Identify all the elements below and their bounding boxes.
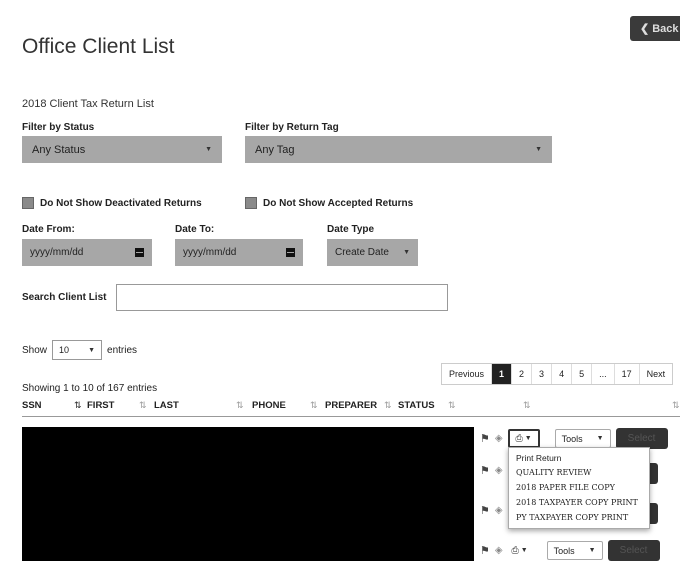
pagination-previous[interactable]: Previous: [442, 364, 491, 384]
flag-icon[interactable]: ⚑: [480, 504, 490, 517]
sort-icon[interactable]: ⇅: [139, 400, 147, 411]
printer-icon: ⎙: [511, 545, 519, 555]
page-17[interactable]: 17: [613, 364, 639, 384]
column-status[interactable]: STATUS: [398, 400, 435, 411]
date-from-placeholder: yyyy/mm/dd: [30, 247, 84, 258]
hide-accepted-option[interactable]: Do Not Show Accepted Returns: [245, 197, 413, 209]
row-actions: ⚑ ◈ ⎙ ▼ Tools ▼ Select: [480, 428, 668, 449]
calendar-icon[interactable]: [286, 248, 295, 257]
flag-icon[interactable]: ⚑: [480, 464, 490, 477]
show-entries: Show 10 ▼ entries: [22, 340, 137, 360]
tag-filter-value: Any Tag: [255, 143, 295, 156]
row-actions: ⚑ ◈: [480, 464, 503, 477]
tag-icon[interactable]: ◈: [495, 433, 503, 444]
column-phone[interactable]: PHONE: [252, 400, 286, 411]
date-type-label: Date Type: [327, 224, 375, 235]
entries-count: 10: [59, 345, 70, 355]
page-title: Office Client List: [22, 35, 175, 58]
column-ssn[interactable]: SSN: [22, 400, 42, 411]
hide-accepted-label: Do Not Show Accepted Returns: [263, 197, 414, 209]
hide-deactivated-label: Do Not Show Deactivated Returns: [40, 197, 202, 209]
page-5[interactable]: 5: [571, 364, 591, 384]
entries-suffix: entries: [107, 344, 138, 356]
date-from-input[interactable]: yyyy/mm/dd: [22, 239, 152, 266]
search-input[interactable]: [116, 284, 448, 311]
chevron-down-icon: ▼: [596, 435, 604, 442]
status-filter-value: Any Status: [32, 143, 86, 156]
search-label: Search Client List: [22, 292, 107, 303]
chevron-down-icon: ▼: [88, 346, 96, 354]
row-actions: ⚑ ◈: [480, 504, 503, 517]
showing-info: Showing 1 to 10 of 167 entries: [22, 383, 158, 394]
menu-item-taxpayer-copy-print[interactable]: 2018 TAXPAYER COPY PRINT: [509, 495, 649, 510]
menu-item-py-taxpayer-copy-print[interactable]: PY TAXPAYER COPY PRINT: [509, 510, 649, 525]
sort-icon[interactable]: ⇅: [310, 400, 318, 411]
menu-item-paper-file-copy[interactable]: 2018 PAPER FILE COPY: [509, 480, 649, 495]
tools-label: Tools: [561, 433, 583, 444]
chevron-down-icon: ▼: [403, 249, 410, 256]
chevron-down-icon: ▼: [535, 146, 542, 153]
status-filter-label: Filter by Status: [22, 122, 95, 133]
select-button[interactable]: Select: [607, 540, 660, 561]
chevron-down-icon: ▼: [205, 146, 212, 153]
select-button[interactable]: Select: [615, 428, 668, 449]
column-preparer[interactable]: PREPARER: [325, 400, 377, 411]
flag-icon[interactable]: ⚑: [480, 432, 490, 445]
sort-icon[interactable]: ⇅: [523, 400, 531, 411]
chevron-down-icon: ▼: [588, 547, 596, 554]
table-header: SSN ⇅ FIRST ⇅ LAST ⇅ PHONE ⇅ PREPARER ⇅ …: [22, 398, 680, 417]
sort-icon[interactable]: ⇅: [672, 400, 680, 411]
hide-deactivated-checkbox[interactable]: [22, 197, 34, 209]
column-first[interactable]: FIRST: [87, 400, 114, 411]
page-3[interactable]: 3: [531, 364, 551, 384]
printer-menu-button[interactable]: ⎙ ▼: [507, 429, 540, 448]
menu-item-print-return[interactable]: Print Return: [509, 451, 649, 465]
tag-filter-select[interactable]: Any Tag ▼: [245, 136, 552, 163]
tag-icon[interactable]: ◈: [495, 465, 503, 476]
back-button[interactable]: ❮ Back: [630, 16, 680, 41]
date-to-input[interactable]: yyyy/mm/dd: [175, 239, 303, 266]
section-title: 2018 Client Tax Return List: [22, 98, 154, 110]
chevron-down-icon: ▼: [524, 435, 532, 442]
sort-icon[interactable]: ⇅: [384, 400, 392, 411]
page-2[interactable]: 2: [511, 364, 531, 384]
entries-select[interactable]: 10 ▼: [52, 340, 103, 360]
status-filter-select[interactable]: Any Status ▼: [22, 136, 222, 163]
chevron-down-icon: ▼: [520, 547, 528, 554]
sort-icon[interactable]: ⇅: [236, 400, 244, 411]
menu-item-quality-review[interactable]: QUALITY REVIEW: [509, 465, 649, 480]
date-type-select[interactable]: Create Date ▼: [327, 239, 418, 266]
printer-icon: ⎙: [515, 433, 523, 443]
tools-select[interactable]: Tools ▼: [546, 541, 603, 560]
printer-menu-button[interactable]: ⎙ ▼: [507, 541, 532, 560]
back-button-label: Back: [652, 22, 679, 35]
sort-asc-icon[interactable]: ⇅: [74, 400, 82, 411]
tools-label: Tools: [553, 545, 575, 556]
page-4[interactable]: 4: [551, 364, 571, 384]
hide-deactivated-option[interactable]: Do Not Show Deactivated Returns: [22, 197, 202, 209]
redacted-table-rows: [22, 427, 474, 561]
hide-accepted-checkbox[interactable]: [245, 197, 257, 209]
calendar-icon[interactable]: [135, 248, 144, 257]
page-ellipsis: ...: [591, 364, 614, 384]
show-label: Show: [22, 344, 48, 356]
row-actions: ⚑ ◈ ⎙ ▼ Tools ▼ Select: [480, 540, 660, 561]
page-1[interactable]: 1: [491, 364, 512, 384]
chevron-left-icon: ❮: [640, 23, 650, 35]
date-type-value: Create Date: [335, 247, 389, 258]
date-to-label: Date To:: [175, 224, 215, 235]
pagination: Previous 1 2 3 4 5 ... 17 Next: [441, 363, 674, 385]
date-to-placeholder: yyyy/mm/dd: [183, 247, 237, 258]
print-menu: Print Return QUALITY REVIEW 2018 PAPER F…: [508, 447, 650, 529]
sort-icon[interactable]: ⇅: [448, 400, 456, 411]
date-from-label: Date From:: [22, 224, 75, 235]
tag-filter-label: Filter by Return Tag: [245, 122, 339, 133]
pagination-next[interactable]: Next: [638, 364, 673, 384]
flag-icon[interactable]: ⚑: [480, 544, 490, 557]
tools-select[interactable]: Tools ▼: [554, 429, 611, 448]
tag-icon[interactable]: ◈: [495, 505, 503, 516]
column-last[interactable]: LAST: [154, 400, 179, 411]
tag-icon[interactable]: ◈: [495, 545, 503, 556]
